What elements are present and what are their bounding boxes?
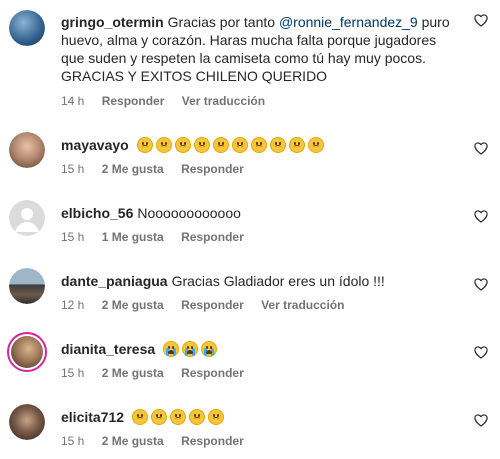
worried-face-icon [307,137,324,153]
worried-face-icon [231,137,248,153]
likes-count[interactable]: 1 Me gusta [102,230,164,244]
comment-item: elbicho_56 Noooooooooooo 15 h 1 Me gusta … [0,186,500,254]
worried-face-icon [250,137,267,153]
timestamp: 15 h [61,230,85,244]
username[interactable]: dante_paniagua [61,273,168,289]
reply-button[interactable]: Responder [181,434,244,448]
heart-outline-icon[interactable] [474,14,488,27]
username[interactable]: elbicho_56 [61,205,133,221]
comment-item: dante_paniagua Gracias Gladiador eres un … [0,254,500,322]
mention-link[interactable]: @ronnie_fernandez_9 [279,14,418,30]
username[interactable]: elicita712 [61,409,124,425]
worried-face-icon [169,409,186,425]
loudly-crying-face-icon [201,341,218,357]
worried-face-icon [193,137,210,153]
likes-count[interactable]: 2 Me gusta [102,298,164,312]
timestamp: 12 h [61,298,85,312]
reply-button[interactable]: Responder [181,366,244,380]
translate-button[interactable]: Ver traducción [182,94,265,108]
loudly-crying-face-icon [163,341,180,357]
avatar[interactable] [9,404,45,440]
reply-button[interactable]: Responder [102,94,165,108]
emoji-row [131,409,227,425]
likes-count[interactable]: 2 Me gusta [102,162,164,176]
worried-face-icon [136,137,153,153]
worried-face-icon [155,137,172,153]
comment-meta: 15 h 2 Me gusta Responder [61,162,258,176]
comment-meta: 15 h 2 Me gusta Responder [61,366,258,380]
worried-face-icon [288,137,305,153]
translate-button[interactable]: Ver traducción [261,298,344,312]
comment-text: elbicho_56 Noooooooooooo [61,205,241,221]
heart-outline-icon[interactable] [474,210,488,223]
username[interactable]: mayavayo [61,137,129,153]
comment-text: dante_paniagua Gracias Gladiador eres un … [61,273,385,289]
heart-outline-icon[interactable] [474,142,488,155]
comment-item: elicita712 15 h 2 Me gusta Responder [0,390,500,459]
comment-text: mayavayo [61,136,456,154]
timestamp: 15 h [61,434,85,448]
worried-face-icon [188,409,205,425]
comment-item: mayavayo 15 h 2 Me gusta Responder [0,118,500,186]
comment-item: dianita_teresa 15 h 2 Me gusta Responder [0,322,500,390]
avatar[interactable] [9,10,45,46]
reply-button[interactable]: Responder [181,298,244,312]
emoji-row [163,341,220,357]
worried-face-icon [207,409,224,425]
timestamp: 14 h [61,94,85,108]
comment-meta: 12 h 2 Me gusta Responder Ver traducción [61,298,358,312]
comment-meta: 15 h 2 Me gusta Responder [61,434,258,448]
comment-text: elicita712 [61,408,456,426]
default-avatar-icon [15,208,39,232]
heart-outline-icon[interactable] [474,278,488,291]
likes-count[interactable]: 2 Me gusta [102,434,164,448]
avatar[interactable] [9,200,45,236]
worried-face-icon [174,137,191,153]
timestamp: 15 h [61,162,85,176]
emoji-row [136,137,327,153]
reply-button[interactable]: Responder [181,230,244,244]
worried-face-icon [212,137,229,153]
avatar[interactable] [9,268,45,304]
comment-item: gringo_otermin Gracias por tanto @ronnie_… [0,0,500,118]
heart-outline-icon[interactable] [474,414,488,427]
avatar[interactable] [9,132,45,168]
worried-face-icon [131,409,148,425]
avatar-story-ring[interactable] [7,332,47,372]
username[interactable]: gringo_otermin [61,14,164,30]
comment-text: dianita_teresa [61,340,456,358]
comment-text: gringo_otermin Gracias por tanto @ronnie_… [61,14,450,84]
worried-face-icon [269,137,286,153]
likes-count[interactable]: 2 Me gusta [102,366,164,380]
reply-button[interactable]: Responder [181,162,244,176]
timestamp: 15 h [61,366,85,380]
worried-face-icon [150,409,167,425]
username[interactable]: dianita_teresa [61,341,155,357]
comment-meta: 14 h Responder Ver traducción [61,94,279,108]
heart-outline-icon[interactable] [474,346,488,359]
loudly-crying-face-icon [182,341,199,357]
comment-meta: 15 h 1 Me gusta Responder [61,230,258,244]
